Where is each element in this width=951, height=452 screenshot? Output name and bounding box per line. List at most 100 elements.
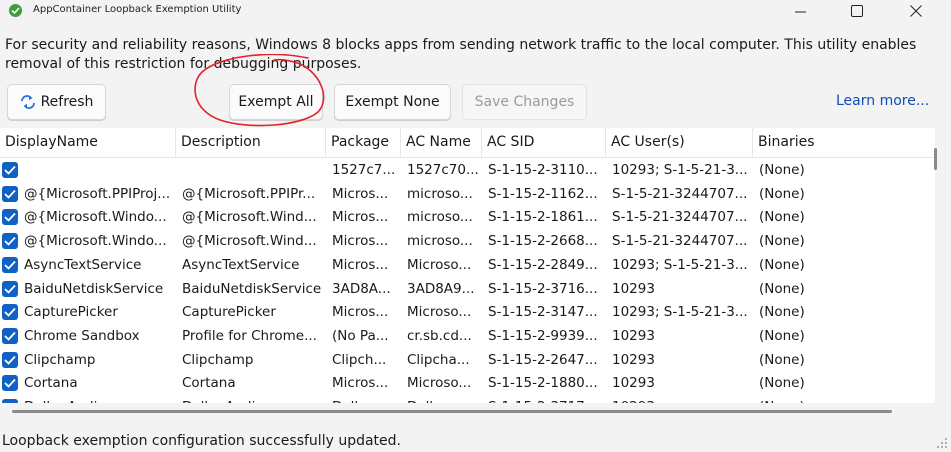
cell-binaries: (None) [759,162,805,178]
exemption-table[interactable]: DisplayName Description Package AC Name … [0,128,935,403]
table-row[interactable]: 1527c7... 1527c70... S-1-15-2-3110... 10293… [0,158,935,182]
close-icon [910,2,922,21]
row-checkbox[interactable] [2,233,18,250]
row-checkbox[interactable] [2,351,18,368]
row-checkbox[interactable] [2,185,18,202]
cell-description: @{Microsoft.Wind... [182,233,317,250]
cell-ac-users: 10293 [612,351,655,368]
cell-ac-sid: S-1-15-2-1861... [488,209,598,226]
cell-ac-sid: S-1-15-2-3147... [488,304,598,321]
cell-ac-name: microso... [407,185,473,202]
cell-package: Micros... [332,304,389,321]
cell-package: (No Pa... [332,327,389,344]
cell-displayname: @{Microsoft.Windo... [24,233,167,250]
cell-ac-sid: S-1-15-2-3716... [488,280,598,297]
column-header-binaries[interactable]: Binaries [753,128,935,157]
column-header-ac-users[interactable]: AC User(s) [606,128,753,157]
cell-ac-users: 10293 [612,375,655,392]
cell-displayname: Cortana [24,375,78,392]
table-row[interactable]: CapturePicker CapturePicker Micros... Micro… [0,300,935,324]
refresh-icon [20,95,36,109]
table-row[interactable]: AsyncTextService AsyncTextService Micros..… [0,253,935,277]
cell-ac-sid: S-1-15-2-1880... [488,375,598,392]
cell-binaries: (None) [759,185,805,202]
cell-package: 3AD8A... [332,280,391,297]
title-bar: AppContainer Loopback Exemption Utility [0,0,951,22]
maximize-icon [851,2,863,21]
cell-description: Dolby Audio [176,395,326,403]
cell-ac-sid: S-1-15-2-9939... [488,327,598,344]
table-header: DisplayName Description Package AC Name … [0,128,935,158]
table-row[interactable]: Chrome Sandbox Profile for Chrome... (No P… [0,324,935,348]
maximize-button[interactable] [834,0,880,22]
row-checkbox[interactable] [2,209,18,226]
refresh-label: Refresh [40,94,94,110]
cell-binaries: (None) [759,256,805,273]
row-checkbox[interactable] [2,256,18,273]
table-row[interactable]: BaiduNetdiskService BaiduNetdiskService 3A… [0,277,935,301]
learn-more-link[interactable]: Learn more... [836,93,929,109]
table-row[interactable]: @{Microsoft.Windo... @{Microsoft.Wind... M… [0,229,935,253]
cell-binaries: (None) [759,375,805,392]
table-row[interactable]: Dolby AudioDolby AudioDolby...Dolby...S-… [0,395,935,403]
cell-displayname: Clipchamp [24,351,96,368]
save-changes-button[interactable]: Save Changes [462,84,587,120]
exempt-none-button[interactable]: Exempt None [334,84,451,120]
description-text: For security and reliability reasons, Wi… [5,37,917,72]
close-button[interactable] [893,0,939,22]
exempt-all-button[interactable]: Exempt All [229,84,323,120]
cell-ac-users: 10293; S-1-5-21-3... [612,304,748,321]
refresh-button[interactable]: Refresh [7,84,106,120]
cell-ac-users: 10293; S-1-5-21-3... [612,162,748,178]
cell-description: BaiduNetdiskService [182,280,322,297]
cell-package: Micros... [332,209,389,226]
cell-displayname: @{Microsoft.PPIProj... [24,185,171,202]
cell-displayname: CapturePicker [24,304,118,321]
cell-ac-users: 10293 [612,280,655,297]
table-row[interactable]: @{Microsoft.PPIProj... @{Microsoft.PPIPr.… [0,182,935,206]
cell-package: Micros... [332,375,389,392]
cell-displayname [18,158,176,182]
cell-package: Micros... [332,256,389,273]
column-header-ac-name[interactable]: AC Name [401,128,482,157]
row-checkbox[interactable] [2,375,18,392]
vertical-scrollbar[interactable] [934,148,937,170]
cell-description: Cortana [182,375,236,392]
table-row[interactable]: Cortana Cortana Micros... Microso... S-1-15-… [0,371,935,395]
row-checkbox[interactable] [2,162,18,178]
cell-ac-name: microso... [407,209,473,226]
column-header-description[interactable]: Description [176,128,326,157]
cell-binaries: (None) [759,304,805,321]
row-checkbox[interactable] [2,280,18,297]
cell-description: Clipchamp [182,351,254,368]
cell-ac-name: 1527c70... [407,162,479,178]
table-row[interactable]: @{Microsoft.Windo... @{Microsoft.Wind... M… [0,205,935,229]
cell-ac-users: 10293 [606,395,753,403]
cell-displayname: Dolby Audio [18,395,176,403]
resize-grip-icon[interactable] [936,437,948,449]
cell-ac-name: Clipcha... [407,351,470,368]
minimize-button[interactable] [777,0,823,22]
column-header-ac-sid[interactable]: AC SID [482,128,606,157]
row-checkbox[interactable] [2,399,18,403]
column-header-package[interactable]: Package [326,128,401,157]
cell-displayname: Chrome Sandbox [24,327,140,344]
cell-ac-name: Microso... [407,304,472,321]
cell-ac-users: S-1-5-21-3244707... [612,209,748,226]
cell-displayname: @{Microsoft.Windo... [24,209,167,226]
table-row[interactable]: Clipchamp Clipchamp Clipch... Clipcha... S-1… [0,348,935,372]
cell-ac-sid: S-1-15-2-1162... [488,185,598,202]
cell-description: Profile for Chrome... [182,327,317,344]
cell-binaries: (None) [753,395,935,403]
window-title: AppContainer Loopback Exemption Utility [33,4,242,15]
cell-description: AsyncTextService [182,256,300,273]
cell-package: 1527c7... [332,162,396,178]
row-checkbox[interactable] [2,304,18,321]
cell-package: Micros... [332,185,389,202]
column-header-displayname[interactable]: DisplayName [0,128,176,157]
minimize-icon [794,2,806,21]
row-checkbox[interactable] [2,327,18,344]
cell-package: Micros... [332,233,389,250]
cell-binaries: (None) [759,327,805,344]
horizontal-scrollbar[interactable] [12,410,892,413]
